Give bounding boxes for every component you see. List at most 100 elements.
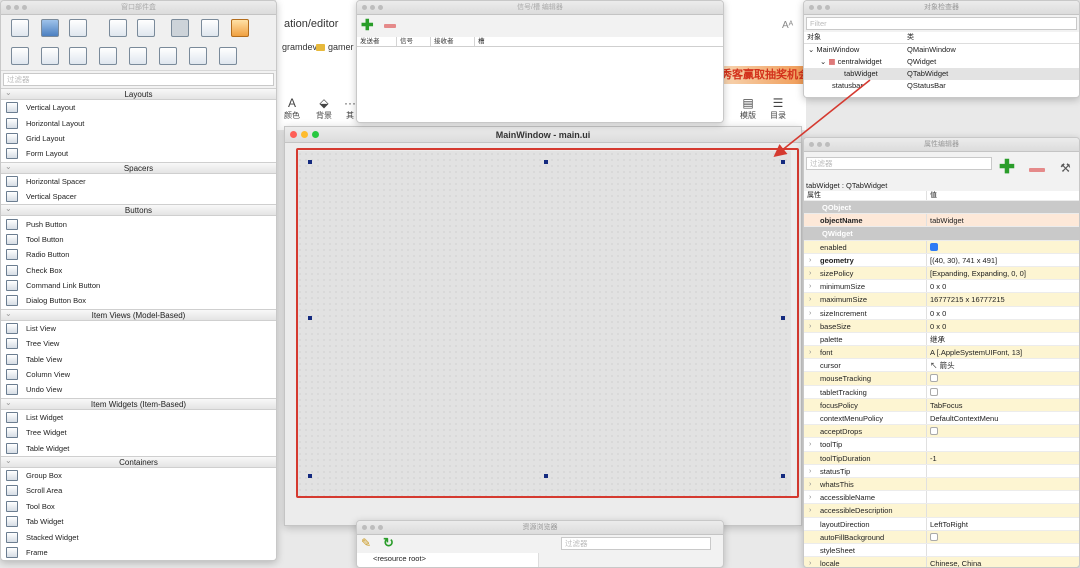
property-value[interactable]: DefaultContextMenu (930, 414, 998, 423)
widget-item[interactable]: Tree View (1, 336, 276, 352)
widget-item[interactable]: Frame (1, 544, 276, 560)
widget-item[interactable]: Horizontal Layout (1, 115, 276, 131)
layout-horizontal-icon[interactable] (11, 47, 29, 65)
column-value[interactable]: 值 (927, 191, 1079, 200)
property-value[interactable]: 0 x 0 (930, 309, 946, 318)
tree-row[interactable]: ⌄ ▦ centralwidget QWidget (804, 56, 1079, 68)
property-value[interactable]: 继承 (930, 335, 945, 344)
panel-controls[interactable] (809, 5, 830, 10)
resize-handle[interactable] (308, 474, 312, 478)
property-editor-titlebar[interactable]: 属性编辑器 (804, 138, 1079, 152)
expand-icon[interactable]: › (809, 491, 811, 504)
adjust-size-icon[interactable] (219, 47, 237, 65)
property-group-header[interactable]: QWidget (804, 227, 1079, 241)
expand-icon[interactable]: › (809, 307, 811, 320)
widget-item[interactable]: Form Layout (1, 146, 276, 162)
property-row[interactable]: tabletTracking (804, 385, 1079, 399)
property-value[interactable]: [Expanding, Expanding, 0, 0] (930, 269, 1026, 278)
property-value[interactable]: 0 x 0 (930, 282, 946, 291)
widget-item[interactable]: Command Link Button (1, 277, 276, 294)
property-value[interactable]: 0 x 0 (930, 322, 946, 331)
property-row[interactable]: layoutDirection LeftToRight (804, 517, 1079, 531)
column-object[interactable]: 对象 (804, 32, 907, 43)
property-row[interactable]: › geometry [(40, 30), 741 x 491] (804, 253, 1079, 267)
property-row[interactable]: › toolTip (804, 438, 1079, 452)
add-connection-icon[interactable]: ✚ (361, 18, 374, 33)
resize-handle[interactable] (781, 474, 785, 478)
property-value[interactable]: ↖ 箭头 (930, 361, 955, 370)
resize-handle[interactable] (308, 160, 312, 164)
property-row[interactable]: › locale Chinese, China (804, 557, 1079, 567)
tree-row[interactable]: statusbar QStatusBar (804, 80, 1079, 92)
property-value[interactable]: A [.AppleSystemUIFont, 13] (930, 348, 1022, 357)
send-back-icon[interactable] (109, 19, 127, 37)
resize-handle[interactable] (781, 160, 785, 164)
widget-item[interactable]: List Widget (1, 409, 276, 426)
property-row[interactable]: › baseSize 0 x 0 (804, 319, 1079, 333)
widget-item[interactable]: Undo View (1, 382, 276, 398)
property-row[interactable]: › minimumSize 0 x 0 (804, 280, 1079, 294)
column-property[interactable]: 属性 (804, 191, 927, 200)
widget-item[interactable]: Radio Button (1, 247, 276, 263)
property-value[interactable]: LeftToRight (930, 520, 968, 529)
resize-handle[interactable] (544, 160, 548, 164)
new-file-icon[interactable] (11, 19, 29, 37)
expand-icon[interactable]: › (809, 293, 811, 306)
property-row[interactable]: autoFillBackground (804, 530, 1079, 544)
edit-signals-icon[interactable] (201, 19, 219, 37)
category-header[interactable]: Layouts (1, 87, 276, 100)
column-sender[interactable]: 发送者 (357, 37, 397, 46)
property-row[interactable]: › whatsThis (804, 477, 1079, 492)
widget-item[interactable]: Grid Layout (1, 130, 276, 147)
ad-banner[interactable]: 秀客赢取抽奖机会 (718, 66, 806, 84)
expand-icon[interactable]: › (809, 254, 811, 267)
save-icon[interactable] (69, 19, 87, 37)
expand-icon[interactable]: › (809, 320, 811, 333)
resource-browser-titlebar[interactable]: 资源浏览器 (357, 521, 723, 535)
bookmark-item[interactable]: gramdev (282, 42, 317, 52)
property-row[interactable]: styleSheet (804, 543, 1079, 558)
editor-tool-toc[interactable]: ☰ 目录 (770, 96, 786, 121)
property-checkbox[interactable] (930, 242, 938, 251)
category-header[interactable]: Buttons (1, 203, 276, 217)
column-class[interactable]: 类 (907, 32, 914, 43)
property-checkbox[interactable] (930, 387, 938, 396)
widget-item[interactable]: Tool Box (1, 498, 276, 514)
main-window-titlebar[interactable]: MainWindow - main.ui (285, 127, 801, 143)
widget-item[interactable]: Vertical Layout (1, 100, 276, 116)
tab-widget-selection[interactable] (296, 148, 799, 498)
property-value[interactable]: -1 (930, 454, 937, 463)
expand-icon[interactable]: › (809, 478, 811, 491)
edit-resources-icon[interactable]: ✎ (361, 536, 371, 550)
widget-item[interactable]: Tree Widget (1, 425, 276, 441)
property-row[interactable]: focusPolicy TabFocus (804, 398, 1079, 412)
category-header[interactable]: Item Widgets (Item-Based) (1, 397, 276, 410)
widget-item[interactable]: Tool Button (1, 231, 276, 248)
configure-icon[interactable]: ⚒ (1060, 161, 1071, 175)
break-layout-icon[interactable] (189, 47, 207, 65)
resource-filter-input[interactable]: 过滤器 (561, 537, 711, 550)
expand-icon[interactable]: › (809, 267, 811, 280)
widget-box-titlebar[interactable]: 窗口部件盒 (1, 1, 276, 15)
property-row[interactable]: › sizeIncrement 0 x 0 (804, 306, 1079, 320)
panel-controls[interactable] (362, 5, 383, 10)
widget-item[interactable]: Table View (1, 351, 276, 367)
property-row[interactable]: acceptDrops (804, 425, 1079, 439)
layout-grid-icon[interactable] (129, 47, 147, 65)
edit-widgets-icon[interactable] (171, 19, 189, 37)
property-value[interactable]: Chinese, China (930, 559, 981, 567)
property-row[interactable]: › font A [.AppleSystemUIFont, 13] (804, 346, 1079, 360)
column-slot[interactable]: 槽 (475, 37, 515, 46)
widget-item[interactable]: Scroll Area (1, 483, 276, 499)
property-row[interactable]: › accessibleDescription (804, 504, 1079, 518)
panel-controls[interactable] (6, 5, 27, 10)
object-filter-input[interactable]: Filter (806, 17, 1077, 30)
property-row[interactable]: toolTipDuration -1 (804, 451, 1079, 465)
widget-filter-input[interactable]: 过滤器 (3, 73, 274, 86)
reload-icon[interactable]: ↻ (383, 535, 394, 551)
property-value[interactable]: TabFocus (930, 401, 963, 410)
property-value[interactable]: [(40, 30), 741 x 491] (930, 256, 997, 265)
widget-item[interactable]: Table Widget (1, 440, 276, 456)
property-checkbox[interactable] (930, 374, 938, 383)
widget-item[interactable]: Column View (1, 366, 276, 383)
